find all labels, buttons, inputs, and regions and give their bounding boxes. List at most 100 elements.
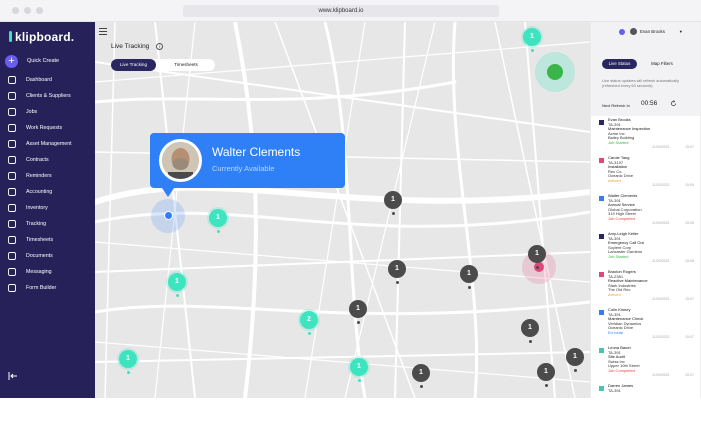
refresh-icon[interactable] — [670, 100, 677, 107]
job-color-marker — [599, 120, 604, 125]
job-time: 15:05 — [685, 183, 694, 187]
job-list-item[interactable]: Colin Kinney TA-391 Maintenance Check Verid… — [591, 307, 701, 346]
map-cluster[interactable]: 1 — [209, 209, 227, 233]
map-cluster[interactable]: 1 — [528, 245, 546, 269]
map-cluster[interactable]: 2 — [300, 311, 318, 335]
job-date: 11/03/2021 — [652, 259, 670, 263]
quick-create-button[interactable]: + Quick Create — [5, 54, 59, 68]
map-view[interactable]: Live Tracking i Live Tracking Timesheets… — [95, 22, 590, 398]
window-dot[interactable] — [24, 7, 31, 14]
sidebar-item-clients-suppliers[interactable]: Clients & Suppliers — [0, 88, 95, 104]
chevron-down-icon[interactable]: ▼ — [679, 29, 683, 34]
map-cluster[interactable]: 1 — [521, 319, 539, 343]
sidebar-item-label: Accounting — [26, 189, 53, 195]
sidebar-item-label: Asset Management — [26, 141, 72, 147]
job-details: Carole Tang TA-3197 Installation Rex Co. Oce… — [608, 155, 660, 183]
job-date: 11/03/2021 — [652, 145, 670, 149]
tab-timesheets[interactable]: Timesheets — [161, 59, 211, 71]
app-logo[interactable]: klipboard. — [9, 30, 74, 44]
jobs-icon — [8, 108, 16, 116]
inventory-icon — [8, 204, 16, 212]
map-cluster[interactable]: 1 — [168, 273, 186, 297]
url-bar[interactable]: www.klipboard.io — [183, 5, 499, 17]
sidebar-item-timesheets[interactable]: Timesheets — [0, 232, 95, 248]
form-builder-icon — [8, 284, 16, 292]
job-list-item[interactable]: Braxton Rogers TA-2381 Reactive Maintenanc… — [591, 269, 701, 308]
messaging-icon — [8, 268, 16, 276]
user-menu[interactable]: Evan Brooks ▼ — [619, 28, 683, 35]
job-color-marker — [599, 234, 604, 239]
sidebar-item-work-requests[interactable]: Work Requests — [0, 120, 95, 136]
job-time: 15:07 — [685, 145, 694, 149]
user-avatar — [630, 28, 637, 35]
next-refresh-label: Next Refresh In — [602, 103, 630, 108]
job-date: 11/03/2021 — [652, 373, 670, 377]
sidebar-item-form-builder[interactable]: Form Builder — [0, 280, 95, 296]
quick-create-label: Quick Create — [27, 58, 60, 64]
sidebar-item-label: Form Builder — [26, 285, 57, 291]
job-color-marker — [599, 272, 604, 277]
job-list-item[interactable]: Amy-Leigh Keller TA-391 Emergency Call Out… — [591, 231, 701, 270]
job-details: Colin Kinney TA-391 Maintenance Check Verid… — [608, 307, 660, 335]
map-cluster[interactable]: 1 — [384, 191, 402, 215]
plus-icon: + — [5, 54, 18, 68]
technician-popup[interactable]: Walter Clements Currently Available — [150, 133, 345, 197]
map-cluster[interactable]: 1 — [388, 260, 406, 284]
job-ref: TA-391 — [608, 387, 621, 393]
tab-map-filters[interactable]: Map Filters — [642, 59, 682, 69]
map-cluster[interactable]: 1 — [119, 350, 137, 374]
map-cluster[interactable]: 1 — [350, 358, 368, 382]
job-date: 11/03/2021 — [652, 183, 670, 187]
sidebar-item-label: Inventory — [26, 205, 48, 211]
window-dot[interactable] — [12, 7, 19, 14]
map-cluster[interactable]: 1 — [523, 28, 541, 52]
sidebar-item-contracts[interactable]: Contracts — [0, 152, 95, 168]
sidebar: klipboard. + Quick Create Dashboard Clien… — [0, 22, 95, 398]
technician-avatar — [159, 139, 202, 182]
user-name: Evan Brooks — [640, 29, 665, 34]
sidebar-item-accounting[interactable]: Accounting — [0, 184, 95, 200]
job-date: 11/03/2021 — [652, 335, 670, 339]
sidebar-item-messaging[interactable]: Messaging — [0, 264, 95, 280]
job-list-item[interactable]: Leona Bauer TA-391 Site Audit Swiss Inc Uppe… — [591, 345, 701, 384]
browser-bar: www.klipboard.io — [0, 0, 701, 22]
live-status-panel: Evan Brooks ▼ Live Status Map Filters Li… — [590, 22, 701, 398]
job-list-item[interactable]: Carole Tang TA-3197 Installation Rex Co. Oce… — [591, 155, 701, 194]
job-time: 15:05 — [685, 221, 694, 225]
job-date: 11/03/2021 — [652, 297, 670, 301]
info-icon[interactable]: i — [156, 43, 163, 50]
window-dot[interactable] — [36, 7, 43, 14]
notification-dot[interactable] — [619, 28, 625, 35]
sidebar-item-asset-management[interactable]: Asset Management — [0, 136, 95, 152]
asset-icon — [8, 140, 16, 148]
sidebar-item-inventory[interactable]: Inventory — [0, 200, 95, 216]
user-location-marker[interactable] — [164, 211, 173, 220]
tracking-icon — [8, 220, 16, 228]
sidebar-item-tracking[interactable]: Tracking — [0, 216, 95, 232]
sidebar-nav: Dashboard Clients & Suppliers Jobs Work Req… — [0, 72, 95, 296]
sidebar-item-jobs[interactable]: Jobs — [0, 104, 95, 120]
collapse-sidebar-icon[interactable] — [8, 372, 18, 380]
job-list-item[interactable]: Walter Clements TA-391 Annual Service Globa… — [591, 193, 701, 232]
person-photo-icon — [162, 142, 199, 179]
job-list-item[interactable]: Evan Brooks TA-391 Maintenance Inspection A… — [591, 117, 701, 156]
map-cluster[interactable]: 1 — [412, 364, 430, 388]
tab-live-status[interactable]: Live Status — [602, 59, 637, 69]
menu-icon[interactable] — [99, 28, 107, 35]
sidebar-item-documents[interactable]: Documents — [0, 248, 95, 264]
tab-live-tracking[interactable]: Live Tracking — [111, 59, 156, 71]
sidebar-item-label: Tracking — [26, 221, 47, 227]
sidebar-item-reminders[interactable]: Reminders — [0, 168, 95, 184]
map-cluster[interactable]: 1 — [460, 265, 478, 289]
map-cluster[interactable]: 1 — [537, 363, 555, 387]
job-list-item[interactable]: Darren James TA-391 — [591, 383, 701, 422]
location-marker[interactable] — [547, 64, 563, 80]
sidebar-item-dashboard[interactable]: Dashboard — [0, 72, 95, 88]
job-time: 15:07 — [685, 373, 694, 377]
dashboard-icon — [8, 76, 16, 84]
job-details: Braxton Rogers TA-2381 Reactive Maintenanc… — [608, 269, 660, 297]
map-cluster[interactable]: 1 — [566, 348, 584, 372]
sidebar-item-label: Contracts — [26, 157, 49, 163]
job-color-marker — [599, 386, 604, 391]
map-cluster[interactable]: 1 — [349, 300, 367, 324]
